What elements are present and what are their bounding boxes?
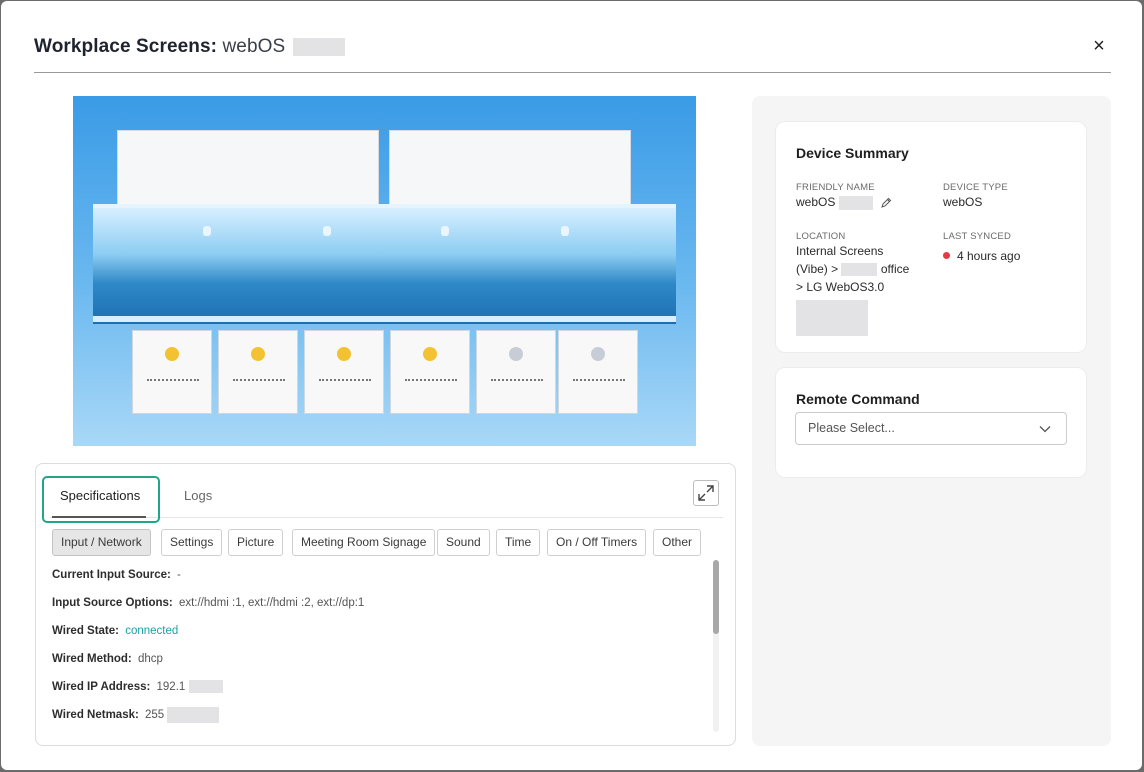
last-synced-value: 4 hours ago [943, 247, 1020, 265]
remote-command-card: Remote Command Please Select... [775, 367, 1087, 478]
preview-card [389, 130, 631, 208]
scrollbar[interactable] [713, 560, 719, 732]
location-line: > LG WebOS3.0 [796, 280, 885, 294]
spec-row: Input Source Options: ext://hdmi :1, ext… [52, 594, 364, 612]
active-tab-indicator [52, 516, 146, 518]
expand-icon [698, 485, 714, 501]
device-summary-card: Device Summary FRIENDLY NAME webOS DEVIC… [775, 121, 1087, 353]
redacted-text [188, 680, 223, 694]
redacted-text [838, 195, 873, 210]
friendly-name-value: webOS [796, 193, 892, 211]
modal-title-device: webOS [222, 36, 286, 57]
spec-value: dhcp [137, 653, 163, 665]
location-part: office [880, 262, 910, 276]
remote-command-select[interactable]: Please Select... [795, 412, 1067, 445]
device-type-value: webOS [943, 195, 983, 209]
redacted-text [292, 37, 345, 56]
modal-title: Workplace Screens: webOS [34, 36, 345, 58]
chip-meeting-room-signage[interactable]: Meeting Room Signage [292, 529, 436, 556]
preview-tile [304, 330, 384, 414]
chip-on-off-timers[interactable]: On / Off Timers [547, 529, 647, 556]
spec-row: Wired IP Address: 192.1 [52, 678, 223, 696]
spec-key: Wired Netmask: [52, 709, 139, 721]
spec-key: Wired IP Address: [52, 681, 151, 693]
chip-sound[interactable]: Sound [437, 529, 490, 556]
remote-command-title: Remote Command [796, 391, 920, 407]
preview-mark [203, 226, 211, 236]
chip-picture[interactable]: Picture [228, 529, 284, 556]
preview-mark [561, 226, 569, 236]
preview-tile [132, 330, 212, 414]
preview-band [93, 204, 676, 324]
redacted-text [167, 706, 220, 723]
redacted-text [796, 300, 868, 336]
spec-value: ext://hdmi :1, ext://hdmi :2, ext://dp:1 [178, 597, 365, 609]
spec-key: Wired State: [52, 625, 119, 637]
device-type-label: DEVICE TYPE [943, 182, 1008, 193]
chip-settings[interactable]: Settings [161, 529, 223, 556]
close-icon: × [1093, 35, 1105, 57]
location-label: LOCATION [796, 231, 846, 242]
tab-logs[interactable]: Logs [184, 474, 212, 518]
spec-key: Wired Method: [52, 653, 132, 665]
preview-mark [323, 226, 331, 236]
modal-title-label: Workplace Screens: [34, 36, 218, 57]
device-summary-title: Device Summary [796, 145, 909, 161]
status-dot [943, 252, 950, 260]
location-part: (Vibe) > [796, 262, 839, 276]
chip-input-network[interactable]: Input / Network [52, 529, 151, 556]
location-line: (Vibe) > office [796, 260, 926, 278]
spec-row: Wired Method: dhcp [52, 650, 163, 668]
spec-row: Wired Netmask: 255 [52, 706, 220, 724]
expand-button[interactable] [693, 480, 719, 506]
friendly-name-label: FRIENDLY NAME [796, 182, 875, 193]
side-panel: Device Summary FRIENDLY NAME webOS DEVIC… [752, 96, 1111, 746]
preview-mark [441, 226, 449, 236]
preview-tile [558, 330, 638, 414]
tab-specifications[interactable]: Specifications [60, 474, 140, 518]
spec-value: 192.1 [156, 681, 186, 693]
spec-value: 255 [145, 709, 165, 721]
preview-band-line [93, 316, 676, 322]
remote-command-placeholder: Please Select... [808, 421, 895, 435]
modal-header: Workplace Screens: webOS × [34, 27, 1111, 73]
specifications-panel: Specifications Logs Input / Network Sett… [35, 463, 736, 746]
preview-card [117, 130, 379, 208]
pencil-icon[interactable] [880, 197, 892, 209]
last-synced-label: LAST SYNCED [943, 231, 1012, 242]
device-modal: Workplace Screens: webOS × Specification… [1, 1, 1142, 770]
spec-key: Current Input Source: [52, 569, 171, 581]
spec-value: - [177, 569, 181, 581]
spec-key: Input Source Options: [52, 597, 173, 609]
close-button[interactable]: × [1089, 35, 1109, 57]
location-value: Internal Screens (Vibe) > office > LG We… [796, 242, 926, 336]
chevron-down-icon [1039, 426, 1051, 433]
preview-tile [218, 330, 298, 414]
chip-other[interactable]: Other [653, 529, 702, 556]
chip-time[interactable]: Time [496, 529, 541, 556]
spec-value-connected: connected [125, 625, 179, 637]
preview-tile [476, 330, 556, 414]
preview-tile [390, 330, 470, 414]
scroll-thumb[interactable] [713, 560, 719, 634]
tab-bar: Specifications Logs [50, 474, 723, 518]
friendly-name-text: webOS [796, 195, 836, 209]
location-line: Internal Screens [796, 244, 884, 258]
screen-preview-image [73, 96, 696, 446]
last-synced-text: 4 hours ago [957, 249, 1021, 263]
redacted-text [841, 263, 878, 277]
spec-row: Current Input Source: - [52, 566, 181, 584]
spec-row: Wired State: connected [52, 622, 178, 640]
